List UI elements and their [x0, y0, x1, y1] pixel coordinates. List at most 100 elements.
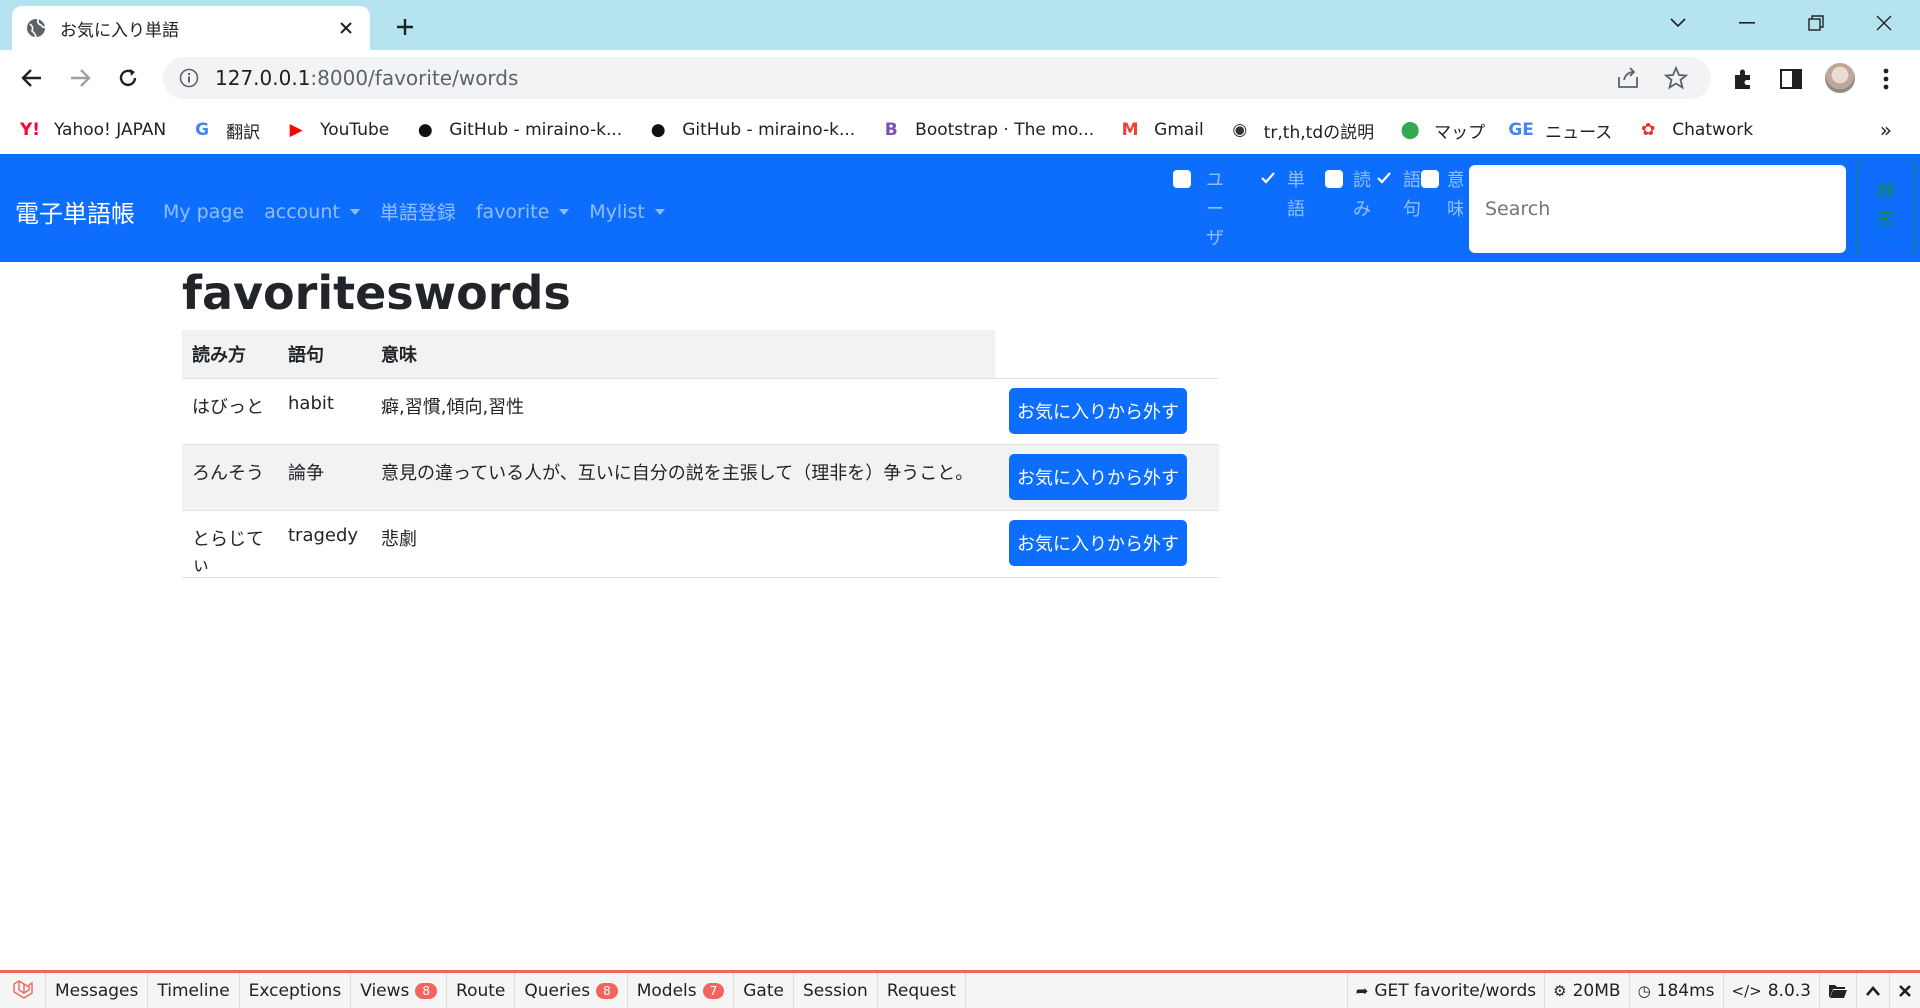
filter-phrase-label: 語句 [1403, 170, 1421, 220]
filter-reading-label: 読み [1353, 170, 1371, 220]
bookmark-item[interactable]: M Gmail [1118, 118, 1204, 142]
filter-word-checkbox[interactable] [1260, 170, 1276, 186]
count-badge: 8 [596, 982, 618, 999]
php-version-text: 8.0.3 [1767, 980, 1811, 1001]
bookmark-item[interactable]: Y! Yahoo! JAPAN [18, 118, 166, 142]
debugbar-tab-label: Views [360, 980, 410, 1001]
debugbar-route[interactable]: ➦ GET favorite/words [1346, 973, 1544, 1008]
menu-kebab-icon[interactable] [1870, 63, 1902, 95]
debugbar-tab-label: Request [886, 980, 956, 1001]
debugbar-tab-route[interactable]: Route [447, 973, 516, 1008]
browser-tab[interactable]: お気に入り単語 [12, 6, 370, 50]
debugbar-tab-timeline[interactable]: Timeline [148, 973, 240, 1008]
debugbar-tab-request[interactable]: Request [878, 973, 966, 1008]
debugbar-tab-models[interactable]: Models 7 [628, 973, 735, 1008]
nav-favorite-dropdown[interactable]: favorite [476, 198, 570, 225]
debugbar-tab-messages[interactable]: Messages [46, 973, 149, 1008]
bookmark-label: GitHub - miraino-k... [449, 120, 623, 140]
address-bar[interactable]: 127.0.0.1:8000/favorite/words [163, 57, 1711, 99]
bookmark-item[interactable]: ● GitHub - miraino-k... [413, 118, 622, 142]
restore-icon[interactable] [1799, 8, 1833, 38]
chevron-up-icon[interactable] [1856, 973, 1889, 1008]
maps-icon: ⬤ [1400, 120, 1420, 140]
remove-favorite-button[interactable]: お気に入りから外す [1009, 387, 1187, 434]
close-tab-icon[interactable] [336, 18, 356, 38]
youtube-icon: ▶ [289, 120, 303, 140]
debugbar-tab-session[interactable]: Session [794, 973, 878, 1008]
search-button[interactable]: 検索 [1856, 161, 1916, 254]
bookmark-item[interactable]: ▶ YouTube [284, 118, 390, 142]
time-text: 184ms [1656, 980, 1715, 1001]
new-tab-button[interactable] [390, 12, 420, 42]
open-folder-icon[interactable] [1819, 973, 1856, 1008]
filter-word-label: 単語 [1287, 170, 1305, 220]
yahoo-icon: Y! [19, 120, 41, 140]
caret-down-icon [559, 208, 570, 215]
filter-phrase-checkbox[interactable] [1376, 170, 1392, 186]
gmail-icon: M [1121, 120, 1139, 140]
tab-search-icon[interactable] [1661, 8, 1695, 38]
debugbar-tab-label: Gate [743, 980, 784, 1001]
debugbar-time: ◷ 184ms [1628, 973, 1723, 1008]
forward-icon[interactable] [65, 63, 95, 93]
extensions-icon[interactable] [1727, 63, 1759, 95]
count-badge: 8 [415, 982, 438, 999]
bookmark-label: Yahoo! JAPAN [54, 120, 167, 140]
filter-user-checkbox[interactable] [1173, 170, 1191, 188]
profile-avatar[interactable] [1825, 63, 1855, 93]
remove-favorite-button[interactable]: お気に入りから外す [1009, 519, 1187, 566]
remove-favorite-button[interactable]: お気に入りから外す [1009, 453, 1187, 500]
url-text: 127.0.0.1:8000/favorite/words [215, 66, 1615, 90]
debugbar-status: ➦ GET favorite/words ⚙ 20MB ◷ 184ms </> 8.0.… [1346, 973, 1920, 1008]
debugbar-tab-gate[interactable]: Gate [734, 973, 794, 1008]
minimize-icon[interactable] [1730, 8, 1764, 38]
bookmark-star-icon[interactable] [1663, 65, 1689, 91]
nav-word-register[interactable]: 単語登録 [380, 198, 456, 225]
browser-toolbar: 127.0.0.1:8000/favorite/words [0, 50, 1920, 106]
close-icon[interactable] [1889, 973, 1920, 1008]
bookmark-item[interactable]: ◉ tr,th,tdの説明 [1228, 118, 1374, 143]
bookmark-item[interactable]: B Bootstrap · The mo... [879, 118, 1094, 142]
code-icon: </> [1731, 981, 1762, 1000]
brand-title[interactable]: 電子単語帳 [15, 194, 135, 229]
back-icon[interactable] [17, 63, 47, 93]
filter-reading-checkbox[interactable] [1325, 170, 1343, 188]
share-icon[interactable] [1615, 65, 1641, 91]
debugbar-tab-queries[interactable]: Queries 8 [515, 973, 628, 1008]
table-row: はびっと habit 癖,習慣,傾向,習性 お気に入りから外す [182, 378, 1219, 445]
bookmarks-overflow-icon[interactable]: » [1880, 118, 1892, 142]
debugbar-tab-exceptions[interactable]: Exceptions [240, 973, 352, 1008]
search-input[interactable] [1469, 165, 1846, 253]
bootstrap-icon: B [884, 120, 898, 140]
clock-icon: ◷ [1637, 981, 1651, 1000]
cell-reading: ろんそう [182, 444, 278, 511]
debugbar-tab-label: Exceptions [248, 980, 342, 1001]
filter-meaning-checkbox[interactable] [1421, 170, 1439, 188]
column-header-meaning: 意味 [371, 330, 995, 379]
side-panel-icon[interactable] [1775, 63, 1807, 95]
debugbar-tab-label: Route [456, 980, 506, 1001]
laravel-logo-icon[interactable] [0, 973, 46, 1008]
nav-my-page[interactable]: My page [163, 198, 244, 225]
bookmark-label: 翻訳 [226, 122, 261, 143]
bookmark-label: マップ [1434, 122, 1486, 143]
github-icon: ● [417, 120, 433, 140]
bookmark-item[interactable]: ✿ Chatwork [1636, 118, 1753, 142]
nav-account-dropdown[interactable]: account [264, 198, 360, 225]
filter-meaning-label: 意味 [1447, 170, 1463, 220]
check-icon [1260, 170, 1276, 186]
cell-meaning: 悲劇 [371, 510, 995, 578]
bookmark-item[interactable]: ⬤ マップ [1398, 118, 1486, 143]
nav-mylist-dropdown[interactable]: Mylist [589, 198, 665, 225]
site-info-icon[interactable] [179, 68, 199, 88]
reload-icon[interactable] [113, 63, 143, 93]
window-close-icon[interactable] [1867, 8, 1901, 38]
bookmark-item[interactable]: ● GitHub - miraino-k... [646, 118, 855, 142]
bookmark-item[interactable]: G 翻訳 [190, 118, 260, 143]
column-header-action [995, 330, 1219, 379]
url-path: :8000/favorite/words [310, 66, 519, 90]
bookmark-item[interactable]: GE ニュース [1508, 118, 1612, 143]
debugbar: Messages Timeline Exceptions Views 8 Route Que… [0, 970, 1920, 1008]
debugbar-tab-views[interactable]: Views 8 [351, 973, 448, 1008]
debugbar-tab-label: Messages [55, 980, 139, 1001]
